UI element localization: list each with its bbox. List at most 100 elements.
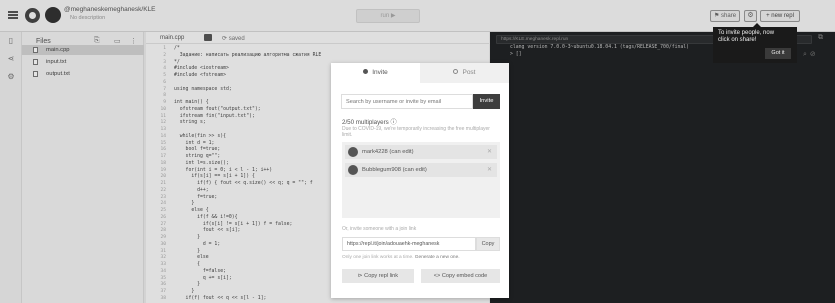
join-link-field[interactable] (342, 237, 476, 251)
file-name: main.cpp (46, 47, 70, 53)
member-name: mark4228 (can edit) (362, 149, 414, 155)
line-number: 5 (163, 73, 166, 78)
invite-search-input[interactable] (341, 94, 473, 109)
project-title[interactable]: @meghaneskemeghanesk/KLE (64, 6, 156, 13)
share-rail-icon[interactable]: ⋖ (6, 54, 16, 64)
saved-label: saved (228, 36, 245, 42)
post-tab-icon (453, 69, 459, 74)
file-name: output.txt (46, 71, 70, 77)
open-external-icon[interactable]: ⧉ (818, 34, 823, 42)
file-item-main[interactable]: main.cpp (22, 45, 144, 55)
line-number: 29 (160, 235, 166, 240)
new-repl-button[interactable]: + new repl (760, 10, 800, 22)
line-number: 23 (160, 194, 166, 200)
member-avatar (348, 165, 358, 175)
line-number: 8 (163, 93, 166, 99)
copy-embed-code-button[interactable]: <> Copy embed code (421, 269, 500, 283)
search-icon[interactable]: ⌕ (803, 51, 810, 58)
avatar[interactable] (45, 7, 61, 23)
line-number: 35 (160, 275, 166, 281)
copy-repl-link-button[interactable]: ⊳ Copy repl link (342, 269, 414, 283)
code-line: q += s[i]; (174, 275, 232, 281)
project-description[interactable]: No description (70, 15, 105, 21)
line-number: 30 (160, 241, 166, 247)
new-file-icon[interactable]: ⎘ (94, 37, 100, 45)
multiplayer-count: 2/50 multiplayers ⓘ (342, 119, 397, 126)
line-number: 1 (163, 46, 166, 51)
line-number: 17 (160, 154, 166, 159)
code-line: ofstream fout("output.txt"); (174, 106, 261, 112)
line-number: 3 (163, 59, 166, 65)
remove-member-icon[interactable]: ✕ (487, 166, 492, 173)
tooltip-arrow (753, 23, 761, 27)
line-number: 11 (160, 113, 166, 119)
replit-logo[interactable] (25, 8, 40, 23)
code-line: } (174, 282, 200, 288)
code-line: f=true; (174, 194, 218, 200)
line-number: 18 (160, 160, 166, 166)
generate-new-link[interactable]: Generate a new one. (415, 255, 460, 260)
join-note-text: Only one join link works at a time. (342, 255, 414, 260)
line-number: 24 (160, 201, 166, 207)
line-number: 36 (160, 282, 166, 288)
settings-icon[interactable]: ⚙ (6, 72, 16, 82)
code-line: if(f) { fout << q.size() << q; q = ""; f (174, 181, 313, 186)
code-line: { (174, 262, 200, 267)
files-icon[interactable]: ▯ (6, 36, 16, 46)
share-icon: ⚑ (713, 13, 720, 19)
clear-icon[interactable]: ⊘ (810, 51, 819, 58)
invite-button[interactable]: Invite (473, 94, 500, 109)
code-line: } (174, 248, 200, 254)
run-button[interactable]: run ▶ (356, 9, 420, 23)
file-item-output[interactable]: output.txt (22, 69, 144, 79)
editor-tab-bar: main.cpp ⟳ saved (146, 32, 489, 44)
code-line: int l=s.size(); (174, 160, 229, 166)
member-list: mark4228 (can edit) ✕ Bubblegum908 (can … (342, 142, 500, 218)
line-number: 14 (160, 133, 166, 139)
file-item-input[interactable]: input.txt (22, 57, 144, 67)
line-number: 12 (160, 120, 166, 126)
code-line: string q=""; (174, 154, 221, 159)
code-line: using namespace std; (174, 86, 232, 92)
code-line: if(f && i!=0){ (174, 214, 238, 220)
line-number: 15 (160, 140, 166, 146)
code-line: #include <fstream> (174, 73, 226, 78)
got-it-button[interactable]: Got it (765, 48, 791, 59)
tab-post-label: Post (462, 69, 476, 76)
files-panel: Files ⎘ ▭ ⋮ main.cpp input.txt output.tx… (22, 32, 144, 303)
share-button[interactable]: ⚑ share (710, 10, 740, 22)
line-number: 7 (163, 86, 166, 92)
code-line: int main() { (174, 100, 209, 105)
code-line: for(int i = 0; i < l - 1; i++) (174, 167, 273, 173)
line-number: 26 (160, 214, 166, 220)
join-link-label: Or, invite someone with a join link (342, 226, 417, 232)
code-line: while(fin >> s){ (174, 133, 226, 139)
new-folder-icon[interactable]: ▭ (114, 37, 121, 45)
format-icon[interactable] (204, 34, 212, 41)
modal-tabs: Invite Post (331, 63, 509, 83)
code-line: } (174, 235, 200, 240)
multiplayer-note: Due to COVID-19, we're temporarily incre… (342, 126, 490, 138)
remove-member-icon[interactable]: ✕ (487, 148, 492, 155)
file-icon (33, 47, 38, 53)
console-tools: ⌕⊘ (803, 50, 819, 59)
member-name: Bubblegum908 (can edit) (362, 167, 427, 173)
gear-icon[interactable]: ⚙ (744, 10, 757, 22)
tab-invite[interactable]: Invite (331, 63, 420, 83)
code-line: else (174, 255, 209, 261)
console-panel[interactable]: https://KLE.meghanesk.repl.run ⧉ clang v… (490, 32, 835, 303)
code-line: ifstream fin("input.txt"); (174, 113, 255, 119)
line-number: 2 (163, 52, 166, 58)
tab-post[interactable]: Post (420, 63, 509, 83)
member-item: mark4228 (can edit) ✕ (345, 145, 497, 159)
copy-join-link-button[interactable]: Copy (476, 237, 500, 251)
tab-main-cpp[interactable]: main.cpp (160, 35, 184, 41)
code-line: else { (174, 208, 209, 213)
more-icon[interactable]: ⋮ (130, 37, 137, 45)
file-name: input.txt (46, 59, 67, 65)
file-icon (33, 59, 38, 65)
code-line: fout << s[i]; (174, 228, 241, 234)
line-number: 4 (163, 66, 166, 72)
menu-icon[interactable] (8, 11, 18, 19)
tooltip-text: To invite people, now click on share! (718, 30, 775, 43)
